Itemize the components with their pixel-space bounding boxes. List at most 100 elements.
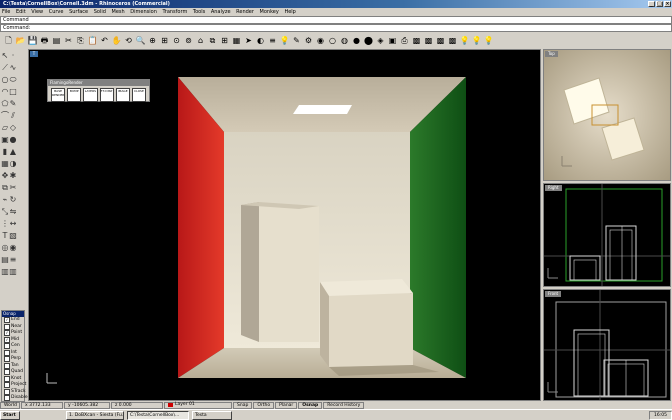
- scale-icon[interactable]: ⤡: [1, 206, 9, 218]
- film-2-icon[interactable]: ▥: [9, 266, 17, 278]
- menu-tools[interactable]: Tools: [191, 9, 207, 15]
- select-icon[interactable]: ➤: [243, 35, 254, 47]
- offset-icon[interactable]: ⫽: [9, 110, 17, 122]
- menu-help[interactable]: Help: [282, 9, 297, 15]
- osnap-checkbox[interactable]: [4, 362, 10, 369]
- text-icon[interactable]: T: [1, 230, 9, 242]
- close-button[interactable]: ×: [664, 1, 671, 7]
- render-tool-icon[interactable]: ◉: [9, 242, 17, 254]
- osnap-checkbox[interactable]: ✓: [4, 317, 10, 324]
- rotate-view-icon[interactable]: ⟲: [123, 35, 134, 47]
- menu-monkey[interactable]: Monkey: [258, 9, 281, 15]
- set-view-icon[interactable]: ⌂: [195, 35, 206, 47]
- cube-view-2-icon[interactable]: ▩: [423, 35, 434, 47]
- snap-toggle[interactable]: Snap: [233, 401, 253, 409]
- rectangle-icon[interactable]: □: [9, 86, 17, 98]
- zoom-selected-icon[interactable]: ⊙: [171, 35, 182, 47]
- front-viewport-label[interactable]: Front: [545, 291, 562, 297]
- cut-icon[interactable]: ✂: [63, 35, 74, 47]
- mesh-icon[interactable]: ▦: [1, 158, 9, 170]
- image-button[interactable]: IMAGE: [115, 88, 130, 102]
- osnap-checkbox[interactable]: [4, 369, 10, 376]
- cylinder-icon[interactable]: ▮: [1, 146, 9, 158]
- task-siesta[interactable]: 1. DoBXcan - Siesta (Fu...: [66, 410, 124, 420]
- menu-dimension[interactable]: Dimension: [128, 9, 159, 15]
- polyline-icon[interactable]: ⟋: [1, 62, 9, 74]
- menu-edit[interactable]: Edit: [14, 9, 28, 15]
- surface-icon[interactable]: ▱: [1, 122, 9, 134]
- menu-curve[interactable]: Curve: [47, 9, 66, 15]
- paste-icon[interactable]: 📋: [87, 35, 98, 47]
- right-viewport[interactable]: Right: [543, 183, 671, 287]
- perspective-icon[interactable]: ⧉: [207, 35, 218, 47]
- environment-icon[interactable]: ▣: [387, 35, 398, 47]
- trim-icon[interactable]: ✂: [9, 182, 17, 194]
- menu-analyze[interactable]: Analyze: [209, 9, 233, 15]
- cone-icon[interactable]: ▲: [9, 146, 17, 158]
- polygon-icon[interactable]: ⬠: [1, 98, 9, 110]
- right-viewport-label[interactable]: Right: [545, 185, 562, 191]
- analyze-icon[interactable]: ◎: [1, 242, 9, 254]
- zoom-extents-all-icon[interactable]: ⊚: [183, 35, 194, 47]
- join-icon[interactable]: ⧉: [1, 182, 9, 194]
- ortho-toggle[interactable]: Ortho: [253, 401, 275, 409]
- shaded-icon[interactable]: ◍: [339, 35, 350, 47]
- mirror-icon[interactable]: ⇋: [9, 206, 17, 218]
- boolean-icon[interactable]: ◑: [9, 158, 17, 170]
- osnap-checkbox[interactable]: [4, 349, 10, 356]
- pan-icon[interactable]: ✋: [111, 35, 122, 47]
- undo-icon[interactable]: ↶: [99, 35, 110, 47]
- zoom-window-icon[interactable]: ⊕: [147, 35, 158, 47]
- task-testa[interactable]: Testa: [192, 410, 232, 420]
- menu-render[interactable]: Render: [234, 9, 256, 15]
- fillet-icon[interactable]: ⌒: [1, 110, 9, 122]
- light-bulb-icon[interactable]: 💡: [279, 35, 290, 47]
- film-icon[interactable]: ▥: [1, 266, 9, 278]
- camera-icon[interactable]: ⎙: [399, 35, 410, 47]
- close-render-button[interactable]: CLOSE: [131, 88, 147, 102]
- rotate-icon[interactable]: ↻: [9, 194, 17, 206]
- light-1-icon[interactable]: 💡: [459, 35, 470, 47]
- grid-options-icon[interactable]: ▦: [231, 35, 242, 47]
- osnap-checkbox[interactable]: [4, 323, 10, 330]
- cube-view-3-icon[interactable]: ▩: [435, 35, 446, 47]
- wireframe-icon[interactable]: ○: [327, 35, 338, 47]
- material-icon[interactable]: ◈: [375, 35, 386, 47]
- move-icon[interactable]: ✥: [1, 170, 9, 182]
- point-icon[interactable]: ·: [9, 50, 17, 62]
- menu-transform[interactable]: Transform: [160, 9, 189, 15]
- menu-view[interactable]: View: [29, 9, 45, 15]
- save-icon[interactable]: 💾: [27, 35, 38, 47]
- box-icon[interactable]: ▣: [1, 134, 9, 146]
- layer-icon[interactable]: ≡: [267, 35, 278, 47]
- array-icon[interactable]: ⋮: [1, 218, 9, 230]
- ellipse-icon[interactable]: ⬭: [9, 74, 17, 86]
- copy-icon[interactable]: ⎘: [75, 35, 86, 47]
- light-3-icon[interactable]: 💡: [483, 35, 494, 47]
- menu-solid[interactable]: Solid: [92, 9, 108, 15]
- new-file-icon[interactable]: 🗋: [3, 35, 14, 47]
- options-icon[interactable]: ⚙: [303, 35, 314, 47]
- hide-icon[interactable]: ◐: [255, 35, 266, 47]
- cube-view-4-icon[interactable]: ▩: [447, 35, 458, 47]
- menu-file[interactable]: File: [0, 9, 12, 15]
- minimize-button[interactable]: _: [648, 1, 655, 7]
- sphere-icon[interactable]: ●: [9, 134, 17, 146]
- rendered-icon[interactable]: ●: [351, 35, 362, 47]
- layers-button[interactable]: LAYERS: [83, 88, 98, 102]
- base-render-button[interactable]: BASE RENDER: [51, 88, 66, 102]
- freeform-icon[interactable]: ✎: [9, 98, 17, 110]
- bump-button[interactable]: BUMP: [67, 88, 82, 102]
- osnap-checkbox[interactable]: ✓: [4, 336, 10, 343]
- grid-icon[interactable]: ▤: [1, 254, 9, 266]
- start-button[interactable]: Start: [0, 410, 20, 420]
- front-viewport[interactable]: Front: [543, 289, 671, 401]
- circle-icon[interactable]: ○: [1, 74, 9, 86]
- print-icon[interactable]: 🖶: [39, 35, 50, 47]
- command-line[interactable]: Command:: [0, 24, 672, 32]
- osnap-checkbox[interactable]: [4, 382, 10, 389]
- dimension-icon[interactable]: ↔: [9, 218, 17, 230]
- viewport-tab[interactable]: T: [30, 51, 38, 57]
- render-preview-icon[interactable]: ⬤: [363, 35, 374, 47]
- explode-icon[interactable]: ✱: [9, 170, 17, 182]
